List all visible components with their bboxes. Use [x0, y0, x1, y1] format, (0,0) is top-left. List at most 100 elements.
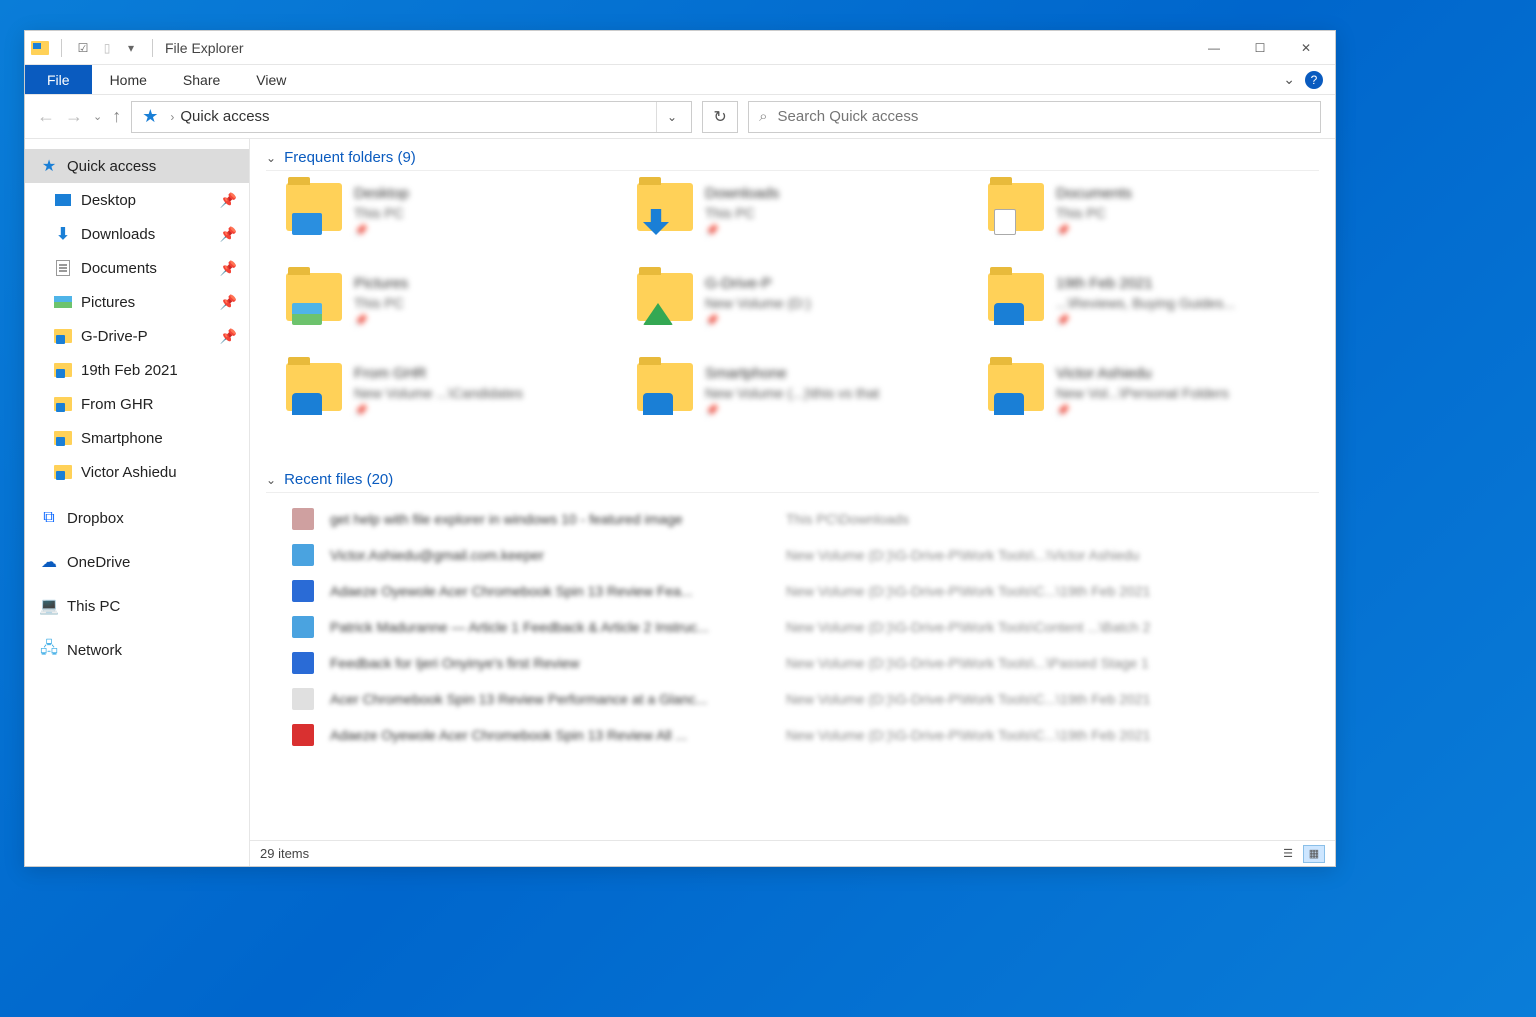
nav-up-button[interactable]: ↑: [112, 106, 121, 127]
folder-label: SmartphoneNew Volume (...)\this vs that📌: [705, 363, 879, 419]
group-label: Recent files (20): [284, 471, 393, 488]
maximize-button[interactable]: ☐: [1237, 31, 1283, 65]
sidebar-root[interactable]: 💻This PC: [25, 589, 249, 623]
help-icon[interactable]: ?: [1305, 71, 1323, 89]
sidebar-item[interactable]: 19th Feb 2021: [25, 353, 249, 387]
refresh-button[interactable]: ↻: [702, 101, 738, 133]
address-bar[interactable]: ★ › Quick access ⌄: [131, 101, 692, 133]
pin-icon: 📌: [220, 260, 237, 277]
sidebar-item[interactable]: Smartphone: [25, 421, 249, 455]
close-button[interactable]: ✕: [1283, 31, 1329, 65]
file-name: Adaeze Oyewole Acer Chromebook Spin 13 R…: [330, 583, 770, 599]
sidebar-item[interactable]: Documents📌: [25, 251, 249, 285]
group-frequent-folders[interactable]: ⌄ Frequent folders (9): [266, 143, 1319, 171]
search-box[interactable]: ⌕: [748, 101, 1321, 133]
folder-icon: [988, 183, 1044, 231]
file-tab[interactable]: File: [25, 65, 92, 94]
recent-file[interactable]: Patrick Maduranne — Article 1 Feedback &…: [292, 611, 1319, 643]
folder-label: DocumentsThis PC📌: [1056, 183, 1132, 239]
sidebar-root[interactable]: ☁OneDrive: [25, 545, 249, 579]
sidebar-item-label: 19th Feb 2021: [81, 362, 178, 379]
sidebar-item[interactable]: Victor Ashiedu: [25, 455, 249, 489]
nav-forward-button[interactable]: →: [65, 106, 83, 127]
breadcrumb[interactable]: Quick access: [180, 108, 269, 125]
recent-file[interactable]: Victor.Ashiedu@gmail.com.keeperNew Volum…: [292, 539, 1319, 571]
window-icon[interactable]: [31, 39, 49, 57]
address-row: ← → ⌄ ↑ ★ › Quick access ⌄ ↻ ⌕: [25, 95, 1335, 139]
folder-label: Victor AshieduNew Vol...\Personal Folder…: [1056, 363, 1229, 419]
sidebar-item[interactable]: From GHR: [25, 387, 249, 421]
file-path: New Volume (D:)\G-Drive-P\Work Tools\C..…: [786, 691, 1319, 707]
sidebar-item[interactable]: G-Drive-P 📌: [25, 319, 249, 353]
file-icon: [292, 616, 314, 638]
sidebar-label: Quick access: [67, 158, 156, 175]
folder-label: 19th Feb 2021...\Reviews, Buying Guides.…: [1056, 273, 1235, 329]
folder-icon: [637, 363, 693, 411]
pin-icon: 📌: [220, 294, 237, 311]
recent-file[interactable]: Acer Chromebook Spin 13 Review Performan…: [292, 683, 1319, 715]
pin-icon: 📌: [220, 328, 237, 345]
qat: ☑ ▯ ▾: [31, 39, 159, 57]
folder-label: G-Drive-PNew Volume (D:)📌: [705, 273, 811, 329]
star-icon: ★: [39, 157, 59, 175]
frequent-folder[interactable]: From GHRNew Volume ...\Candidates📌: [286, 363, 617, 449]
sidebar-item-label: G-Drive-P: [81, 328, 148, 345]
frequent-folder[interactable]: Victor AshieduNew Vol...\Personal Folder…: [988, 363, 1319, 449]
qat-customize-icon[interactable]: ▾: [122, 39, 140, 57]
sidebar-root[interactable]: 🖧 Network: [25, 633, 249, 667]
file-icon: [292, 724, 314, 746]
frequent-folder[interactable]: DesktopThis PC📌: [286, 183, 617, 269]
search-input[interactable]: [778, 108, 1310, 125]
folder-icon: [286, 183, 342, 231]
frequent-folder[interactable]: DownloadsThis PC📌: [637, 183, 968, 269]
frequent-folder[interactable]: DocumentsThis PC📌: [988, 183, 1319, 269]
navigation-pane[interactable]: ★ Quick access Desktop📌⬇Downloads📌Docume…: [25, 139, 250, 866]
recent-file[interactable]: Feedback for Ijeri Onyinye's first Revie…: [292, 647, 1319, 679]
nav-back-button[interactable]: ←: [37, 106, 55, 127]
frequent-folder[interactable]: PicturesThis PC📌: [286, 273, 617, 359]
view-details-button[interactable]: ☰: [1277, 845, 1299, 863]
sidebar-quick-access[interactable]: ★ Quick access: [25, 149, 249, 183]
chevron-down-icon: ⌄: [266, 151, 276, 165]
frequent-folder[interactable]: G-Drive-PNew Volume (D:)📌: [637, 273, 968, 359]
minimize-button[interactable]: —: [1191, 31, 1237, 65]
file-path: New Volume (D:)\G-Drive-P\Work Tools\...…: [786, 655, 1319, 671]
quick-access-icon: ★: [142, 106, 158, 127]
file-name: Patrick Maduranne — Article 1 Feedback &…: [330, 619, 770, 635]
sidebar-item-label: Dropbox: [67, 510, 124, 527]
folder-icon: [286, 273, 342, 321]
ribbon-expand-icon[interactable]: ⌄: [1283, 71, 1295, 88]
address-dropdown-icon[interactable]: ⌄: [656, 102, 687, 132]
file-explorer-window: ☑ ▯ ▾ File Explorer — ☐ ✕ File Home Shar…: [24, 30, 1336, 867]
nav-recent-dropdown[interactable]: ⌄: [93, 110, 102, 123]
sidebar-item-label: Network: [67, 642, 122, 659]
tab-view[interactable]: View: [238, 65, 304, 94]
folder-label: DownloadsThis PC📌: [705, 183, 779, 239]
recent-file[interactable]: Adaeze Oyewole Acer Chromebook Spin 13 R…: [292, 719, 1319, 751]
sidebar-root[interactable]: ⧉Dropbox: [25, 501, 249, 535]
recent-file[interactable]: Adaeze Oyewole Acer Chromebook Spin 13 R…: [292, 575, 1319, 607]
sidebar-item-label: From GHR: [81, 396, 154, 413]
breadcrumb-chevron-icon[interactable]: ›: [170, 110, 174, 124]
view-large-icons-button[interactable]: ▦: [1303, 845, 1325, 863]
sidebar-item-label: Smartphone: [81, 430, 163, 447]
qat-properties-icon[interactable]: ☑: [74, 39, 92, 57]
recent-file[interactable]: get help with file explorer in windows 1…: [292, 503, 1319, 535]
group-recent-files[interactable]: ⌄ Recent files (20): [266, 465, 1319, 493]
frequent-folder[interactable]: 19th Feb 2021...\Reviews, Buying Guides.…: [988, 273, 1319, 359]
file-icon: [292, 544, 314, 566]
content-pane[interactable]: ⌄ Frequent folders (9) DesktopThis PC📌 Do…: [250, 139, 1335, 840]
sidebar-item[interactable]: Pictures 📌: [25, 285, 249, 319]
pin-icon: 📌: [220, 192, 237, 209]
network-icon: 🖧: [39, 641, 59, 659]
sidebar-item[interactable]: ⬇Downloads📌: [25, 217, 249, 251]
tab-share[interactable]: Share: [165, 65, 238, 94]
tab-home[interactable]: Home: [92, 65, 165, 94]
file-icon: [292, 688, 314, 710]
frequent-folder[interactable]: SmartphoneNew Volume (...)\this vs that📌: [637, 363, 968, 449]
window-title: File Explorer: [165, 40, 244, 56]
file-name: Adaeze Oyewole Acer Chromebook Spin 13 R…: [330, 727, 770, 743]
sidebar-item[interactable]: Desktop📌: [25, 183, 249, 217]
sidebar-item-label: Pictures: [81, 294, 135, 311]
qat-newfolder-icon[interactable]: ▯: [98, 39, 116, 57]
